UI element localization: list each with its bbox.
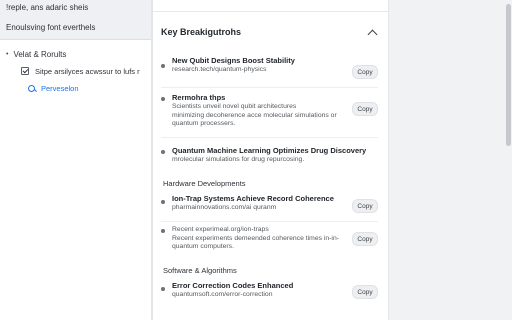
list-item: Ion-Trap Systems Achieve Record Coherenc…	[161, 192, 378, 222]
item-description-line: Recent experiments demeended coherence t…	[172, 234, 339, 242]
copy-button[interactable]: Copy	[352, 285, 378, 299]
results-section-header[interactable]: • Velat & Rorults	[6, 48, 145, 60]
results-section: • Velat & Rorults Sitpe arsilyces acwssu…	[0, 40, 151, 95]
list-item: New Qubit Designs Boost Stability resear…	[161, 52, 378, 88]
copy-button[interactable]: Copy	[352, 232, 378, 246]
group-label-software: Software & Algorithms	[163, 266, 237, 275]
list-item: Rermohra thps Scientists unveil novel qu…	[161, 88, 378, 138]
key-breakthroughs-header[interactable]: Key Breakigutrohs	[153, 12, 388, 52]
chevron-up-icon[interactable]	[367, 29, 378, 39]
group-label-hardware: Hardware Developments	[163, 179, 246, 188]
copy-button[interactable]: Copy	[352, 102, 378, 116]
list-item: Quantum Machine Learning Optimizes Drug …	[161, 138, 378, 174]
item-description-line: Scientists unveil novel qubit architectu…	[172, 103, 297, 110]
checkbox-checked-icon[interactable]	[21, 67, 29, 75]
left-header-line-1: !reple, ans adaric sheis	[6, 3, 89, 12]
search-icon	[28, 84, 35, 92]
search-link[interactable]: Perveselon	[6, 81, 145, 95]
search-link-label: Perveselon	[41, 83, 79, 93]
bullet-dot-icon	[161, 287, 165, 291]
bullet-icon: •	[6, 50, 9, 58]
left-panel-header: !reple, ans adaric sheis Enoulsving font…	[0, 0, 151, 40]
item-source-link[interactable]: quantumsoft.com/error-correction	[172, 291, 378, 300]
bullet-dot-icon	[161, 229, 165, 233]
key-breakthroughs-panel: Key Breakigutrohs New Qubit Designs Boos…	[152, 0, 389, 320]
bullet-dot-icon	[161, 150, 165, 154]
item-title: Quantum Machine Learning Optimizes Drug …	[172, 146, 367, 155]
bullet-dot-icon	[161, 64, 165, 68]
copy-button[interactable]: Copy	[352, 65, 378, 79]
list-item: Recent experimeal.org/ion-traps Recent e…	[161, 222, 378, 260]
left-panel: !reple, ans adaric sheis Enoulsving font…	[0, 0, 152, 320]
item-title: New Qubit Designs Boost Stability	[172, 56, 295, 65]
list-item: Error Correction Codes Enhanced quantums…	[161, 279, 378, 309]
item-description-line: quantum processers.	[172, 120, 236, 128]
item-description-line: minimizing decoherence acce molecular si…	[172, 111, 337, 119]
scrollbar-thumb[interactable]	[506, 4, 511, 146]
analysis-checkbox-label: Sitpe arsilyces acwssur to lufs r	[35, 66, 140, 76]
item-source-link[interactable]: pharmainnovations.com/ai quranm	[172, 204, 378, 213]
copy-button[interactable]: Copy	[352, 199, 378, 213]
bullet-dot-icon	[161, 200, 165, 204]
breakthroughs-list: New Qubit Designs Boost Stability resear…	[153, 52, 388, 309]
item-title: Error Correction Codes Enhanced	[172, 281, 294, 290]
item-title: Ion-Trap Systems Achieve Record Coherenc…	[172, 194, 334, 203]
analysis-checkbox-row[interactable]: Sitpe arsilyces acwssur to lufs r	[6, 64, 145, 78]
item-source-link[interactable]: research.tech/quantum-physics	[172, 66, 378, 75]
results-section-title: Velat & Rorults	[13, 49, 67, 59]
panel-top-divider	[153, 0, 388, 12]
item-title: Rermohra thps	[172, 93, 226, 102]
left-header-line-2: Enoulsving font everthels	[6, 23, 96, 32]
bullet-dot-icon	[161, 97, 165, 101]
item-description-line: quantum computers.	[172, 243, 234, 251]
key-breakthroughs-title: Key Breakigutrohs	[161, 27, 242, 37]
item-description-line: mrolecular simulations for drug repurcos…	[172, 156, 305, 163]
item-source-link[interactable]: Recent experimeal.org/ion-traps	[172, 226, 378, 235]
page-scrollbar[interactable]	[506, 0, 511, 320]
